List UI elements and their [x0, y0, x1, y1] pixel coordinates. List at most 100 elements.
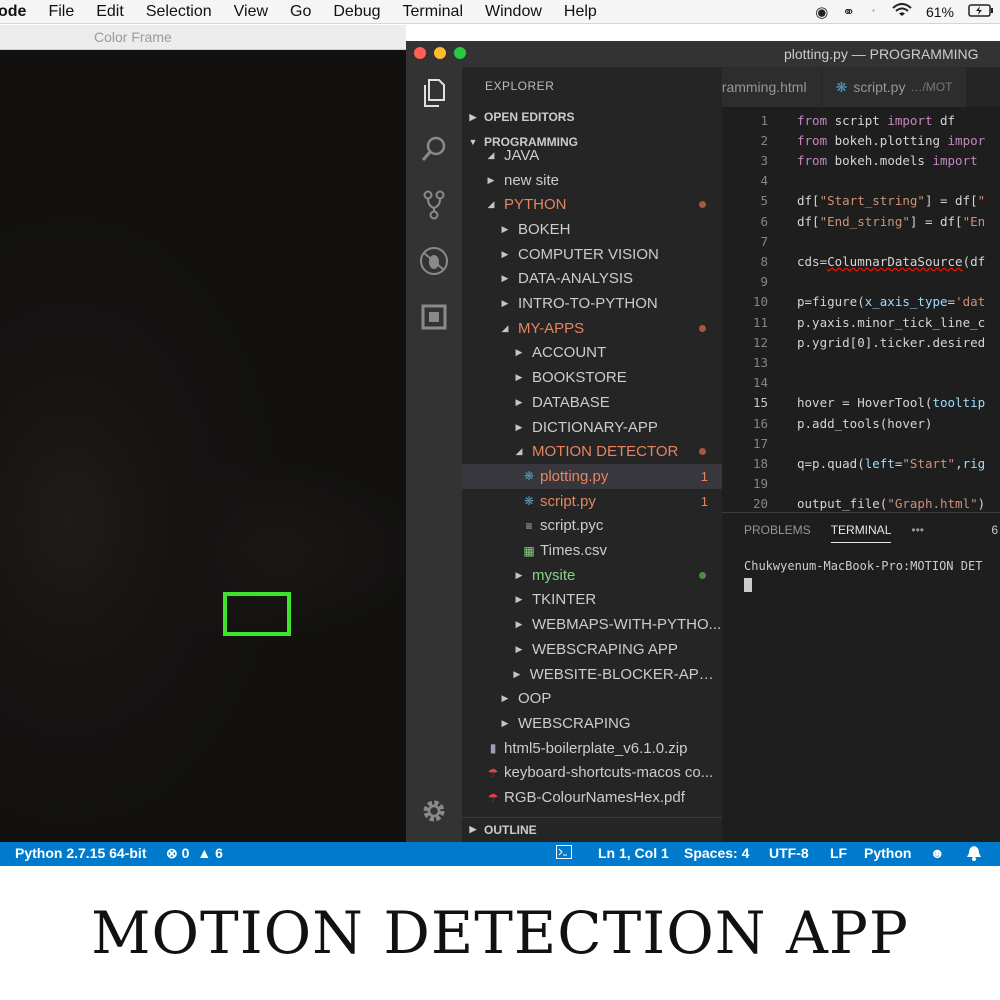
terminal-icon[interactable]: [556, 845, 572, 862]
notifications-bell-icon[interactable]: [966, 845, 982, 864]
settings-icon[interactable]: [406, 789, 462, 833]
folder-item[interactable]: ▶ OOP: [462, 686, 722, 711]
menu-selection[interactable]: Selection: [146, 3, 212, 21]
folder-item[interactable]: ▶ WEBSCRAPING APP: [462, 637, 722, 662]
outline-section[interactable]: ▶ OUTLINE: [462, 817, 722, 841]
folder-item[interactable]: ▶ INTRO-TO-PYTHON: [462, 291, 722, 316]
line-ending[interactable]: LF: [830, 845, 847, 861]
bluetooth-icon[interactable]: ᛫: [869, 4, 878, 21]
line-number: 6: [760, 213, 768, 229]
menu-window[interactable]: Window: [485, 3, 542, 21]
folder-item[interactable]: ▶ new site: [462, 168, 722, 193]
pdf-file-icon: ☂: [487, 765, 499, 780]
tree-item-label: JAVA: [504, 146, 540, 164]
folder-item[interactable]: ▶ TKINTER: [462, 588, 722, 613]
bottom-panel: PROBLEMS TERMINAL ••• 6 Chukwyenum-MacBo…: [722, 512, 1000, 842]
minimize-window-button[interactable]: [434, 47, 446, 59]
tab-script-py[interactable]: ❋ script.py …/MOT: [821, 67, 968, 107]
camera-app-icon[interactable]: ◉: [815, 3, 828, 21]
csv-file-icon: ▦: [523, 543, 535, 558]
folder-item[interactable]: ◢ MY-APPS: [462, 316, 722, 341]
tab-terminal[interactable]: TERMINAL: [830, 523, 892, 543]
problems-indicator[interactable]: ⊗ 0 ▲ 6: [166, 845, 223, 862]
folder-item[interactable]: ▶ COMPUTER VISION: [462, 242, 722, 267]
menu-view[interactable]: View: [234, 3, 268, 21]
source-control-icon[interactable]: [406, 183, 462, 227]
chevron-right-icon: ▶: [515, 396, 523, 407]
code-line: 1 from script import df: [722, 110, 1000, 130]
chevron-right-icon: ▶: [501, 298, 509, 309]
tab-problems[interactable]: PROBLEMS: [744, 523, 811, 543]
battery-charging-icon[interactable]: [968, 3, 994, 21]
menu-edit[interactable]: Edit: [96, 3, 124, 21]
menu-go[interactable]: Go: [290, 3, 311, 21]
file-item[interactable]: ☂ RGB-ColourNamesHex.pdf: [462, 785, 722, 810]
terminal-count[interactable]: 6: [991, 523, 998, 537]
language-mode[interactable]: Python: [864, 845, 911, 861]
color-frame-titlebar[interactable]: Color Frame: [0, 25, 406, 50]
file-item[interactable]: ☂ keyboard-shortcuts-macos co...: [462, 761, 722, 786]
folder-item[interactable]: ▶ BOOKSTORE: [462, 365, 722, 390]
panel-more-button[interactable]: •••: [911, 523, 924, 543]
extensions-icon[interactable]: [406, 295, 462, 339]
search-icon[interactable]: [406, 127, 462, 171]
indentation[interactable]: Spaces: 4: [684, 845, 749, 861]
file-item[interactable]: ▦ Times.csv: [462, 538, 722, 563]
chevron-right-icon: ▶: [515, 372, 523, 383]
code-editor[interactable]: 1 from script import df 2 from bokeh.plotti…: [722, 107, 1000, 512]
file-item[interactable]: ▮ html5-boilerplate_v6.1.0.zip: [462, 736, 722, 761]
menu-file[interactable]: File: [48, 3, 74, 21]
file-item[interactable]: ≡ script.pyc: [462, 514, 722, 539]
code-line: 9: [722, 272, 1000, 292]
code-line: 16 p.add_tools(hover): [722, 413, 1000, 433]
python-interpreter[interactable]: Python 2.7.15 64-bit: [15, 845, 146, 861]
motion-detection-box: [223, 592, 291, 636]
vscode-titlebar[interactable]: plotting.py — PROGRAMMING: [406, 41, 1000, 67]
menu-debug[interactable]: Debug: [333, 3, 380, 21]
zoom-window-button[interactable]: [454, 47, 466, 59]
tree-item-label: keyboard-shortcuts-macos co...: [504, 764, 714, 782]
menu-app-name[interactable]: ode: [0, 3, 26, 21]
chevron-right-icon: ▶: [501, 223, 509, 234]
creative-cloud-icon[interactable]: ⚭: [842, 3, 855, 21]
tree-item-label: ACCOUNT: [532, 344, 607, 362]
folder-item[interactable]: ▶ BOKEH: [462, 217, 722, 242]
files-icon[interactable]: [406, 71, 462, 115]
menu-help[interactable]: Help: [564, 3, 597, 21]
tree-item-label: WEBSITE-BLOCKER-APPL...: [529, 665, 722, 683]
chevron-down-icon: ◢: [487, 199, 495, 210]
folder-item[interactable]: ▶ WEBSCRAPING: [462, 711, 722, 736]
debug-icon[interactable]: [406, 239, 462, 283]
code-line: 13: [722, 352, 1000, 372]
wifi-icon[interactable]: [892, 3, 912, 21]
folder-item[interactable]: ◢ MOTION DETECTOR: [462, 439, 722, 464]
file-item[interactable]: ❋ plotting.py 1: [462, 464, 722, 489]
folder-item[interactable]: ▶ mysite: [462, 563, 722, 588]
encoding[interactable]: UTF-8: [769, 845, 809, 861]
folder-item[interactable]: ◢ PYTHON: [462, 192, 722, 217]
folder-item[interactable]: ▶ WEBSITE-BLOCKER-APPL...: [462, 662, 722, 687]
code-line: 19: [722, 474, 1000, 494]
chevron-right-icon: ▶: [513, 668, 521, 679]
tree-item-label: DATABASE: [532, 393, 610, 411]
terminal-prompt[interactable]: Chukwyenum-MacBook-Pro:MOTION DET: [744, 559, 982, 573]
line-number: 15: [752, 395, 768, 411]
chevron-right-icon: ▶: [515, 347, 523, 358]
code-text: output_file("Graph.html"): [797, 496, 986, 511]
folder-item[interactable]: ▶ DATABASE: [462, 390, 722, 415]
cursor-position[interactable]: Ln 1, Col 1: [598, 845, 669, 861]
modified-dot-icon: [699, 201, 706, 209]
folder-item[interactable]: ▶ WEBMAPS-WITH-PYTHO...: [462, 612, 722, 637]
line-number: 20: [752, 496, 768, 511]
open-editors-section[interactable]: ▶ OPEN EDITORS: [462, 105, 722, 129]
folder-item[interactable]: ▶ DICTIONARY-APP: [462, 415, 722, 440]
close-window-button[interactable]: [414, 47, 426, 59]
menu-terminal[interactable]: Terminal: [403, 3, 463, 21]
folder-item[interactable]: ▶ ACCOUNT: [462, 341, 722, 366]
folder-item[interactable]: ▶ DATA-ANALYSIS: [462, 267, 722, 292]
tab-programming-html[interactable]: gramming.html: [722, 67, 822, 107]
chevron-right-icon: ▶: [515, 421, 523, 432]
folder-item[interactable]: ◢ JAVA: [462, 143, 722, 168]
feedback-smiley-icon[interactable]: ☻: [930, 845, 945, 861]
file-item[interactable]: ❋ script.py 1: [462, 489, 722, 514]
